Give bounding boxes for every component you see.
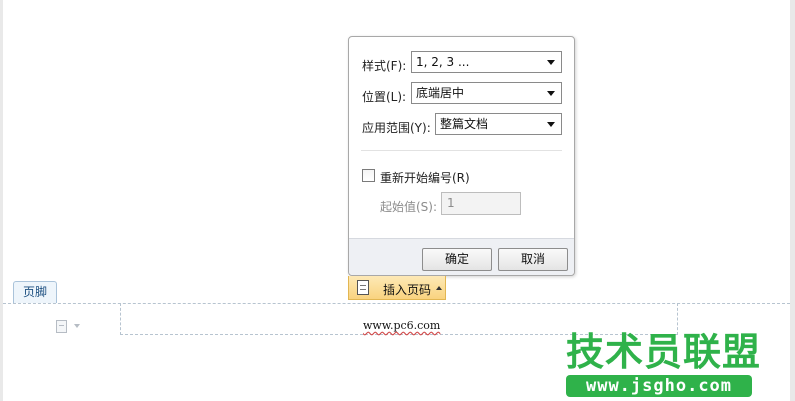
document-icon[interactable] — [56, 320, 67, 333]
scope-select-value: 整篇文档 — [440, 117, 489, 131]
position-select[interactable]: 底端居中 — [411, 82, 562, 104]
position-label: 位置(L): — [362, 90, 407, 104]
chevron-down-icon — [547, 60, 555, 65]
start-value-label: 起始值(S): — [380, 200, 438, 214]
page-number-dialog: 样式(F): 1, 2, 3 ... 位置(L): 底端居中 应用范围(Y): … — [348, 36, 575, 276]
style-select[interactable]: 1, 2, 3 ... — [411, 51, 562, 73]
scope-select[interactable]: 整篇文档 — [435, 113, 562, 135]
watermark-logo-title: 技术员联盟 — [566, 330, 762, 374]
watermark-logo-url: www.jsgho.com — [566, 375, 752, 397]
cancel-button[interactable]: 取消 — [498, 248, 568, 271]
restart-numbering-checkbox[interactable] — [362, 169, 375, 182]
divider — [361, 150, 562, 151]
chevron-down-icon — [547, 91, 555, 96]
page-margin-left — [0, 0, 3, 401]
style-select-value: 1, 2, 3 ... — [416, 55, 470, 69]
style-label: 样式(F): — [362, 59, 407, 73]
page-margin-right — [790, 0, 795, 401]
insert-page-number-label: 插入页码 — [383, 283, 432, 297]
footer-tab[interactable]: 页脚 — [13, 281, 57, 303]
document-icon — [357, 280, 369, 295]
start-value-input[interactable]: 1 — [441, 192, 521, 215]
chevron-down-icon — [547, 122, 555, 127]
footer-text[interactable]: www.pc6.com — [363, 319, 440, 332]
insert-page-number-button[interactable]: 插入页码 — [348, 276, 446, 300]
position-select-value: 底端居中 — [416, 86, 465, 100]
scope-label: 应用范围(Y): — [362, 121, 431, 135]
ok-button[interactable]: 确定 — [422, 248, 492, 271]
chevron-down-icon[interactable] — [74, 324, 80, 328]
chevron-up-icon — [436, 286, 442, 290]
restart-numbering-label[interactable]: 重新开始编号(R) — [380, 169, 470, 186]
